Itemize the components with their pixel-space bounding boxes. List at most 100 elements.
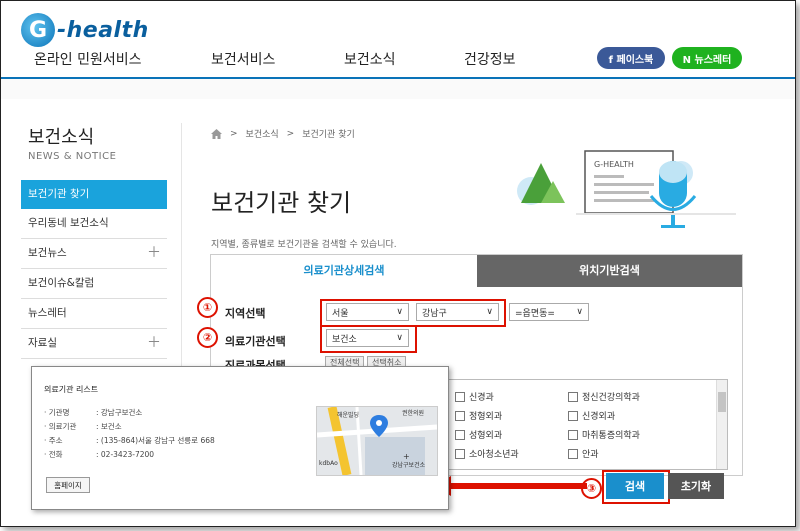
checkbox-label: 정형외과 xyxy=(469,412,503,422)
sidebar-item-newsletter[interactable]: 뉴스레터 xyxy=(21,299,167,329)
checkbox-ophthalmology[interactable]: 안과 xyxy=(568,447,599,460)
location-map[interactable]: 해운빌딩 권한의원 강남구보건소 kdbAo + xyxy=(316,406,438,476)
checkbox-label: 신경외과 xyxy=(582,412,616,422)
popup-key: · 의료기관 xyxy=(44,422,77,431)
checkbox[interactable] xyxy=(455,448,465,459)
nav-health-news[interactable]: 보건소식 xyxy=(344,49,396,69)
institution-value: 보건소 xyxy=(332,334,357,345)
checkbox[interactable] xyxy=(568,410,578,421)
arrow-icon xyxy=(433,476,587,496)
gu-select[interactable]: 강남구 ∨ xyxy=(416,303,499,321)
checkbox-label: 신경과 xyxy=(469,393,494,403)
page-description: 지역별, 종류별로 보건기관을 검색할 수 있습니다. xyxy=(211,240,397,250)
nav-health-service[interactable]: 보건서비스 xyxy=(211,49,275,69)
checkbox-plastic-surgery[interactable]: 성형외과 xyxy=(455,428,502,441)
checkbox[interactable] xyxy=(455,391,465,402)
institution-list-popup: 의료기관 리스트 · 기관명 : 강남구보건소 · 의료기관 : 보건소 · 주소:… xyxy=(31,366,449,510)
popup-key: · 전화 xyxy=(44,450,63,459)
svg-text:해운빌딩: 해운빌딩 xyxy=(337,411,359,419)
sidebar-item-archive[interactable]: 자료실 ＋ xyxy=(21,329,167,359)
checkbox[interactable] xyxy=(568,391,578,402)
page-title: 보건기관 찾기 xyxy=(211,189,352,217)
popup-value: : (135-864)서울 강남구 선릉로 668 xyxy=(96,436,215,445)
breadcrumb-separator: > xyxy=(286,128,295,139)
checkbox-label: 정신건강의학과 xyxy=(582,393,640,403)
department-list[interactable]: 신경과 정신건강의학과 정형외과 신경외과 성형외과 마취통증의학과 소아청소년… xyxy=(442,379,728,470)
checkbox[interactable] xyxy=(568,429,578,440)
breadcrumb-item[interactable]: 보건기관 찾기 xyxy=(302,127,355,140)
tab-detail-search[interactable]: 의료기관상세검색 xyxy=(211,255,477,287)
popup-row-type: · 의료기관 : 보건소 xyxy=(44,421,122,432)
checkbox[interactable] xyxy=(455,429,465,440)
checkbox-anesthesiology[interactable]: 마취통증의학과 xyxy=(568,428,640,441)
checkbox[interactable] xyxy=(455,410,465,421)
tab-location-search[interactable]: 위치기반검색 xyxy=(477,255,742,287)
checkbox-label: 소아청소년과 xyxy=(469,450,519,460)
reset-button[interactable]: 초기화 xyxy=(668,473,724,499)
svg-text:강남구보건소: 강남구보건소 xyxy=(392,461,426,469)
popup-title: 의료기관 리스트 xyxy=(44,385,99,394)
scrollbar[interactable] xyxy=(716,380,727,469)
institution-label: 의료기관선택 xyxy=(225,335,286,348)
sidebar-menu: 보건기관 찾기 우리동네 보건소식 보건뉴스 ＋ 보건이슈&칼럼 뉴스레터 자료실… xyxy=(21,180,167,359)
popup-row-name: · 기관명 : 강남구보건소 xyxy=(44,407,142,418)
sidebar-divider xyxy=(181,123,182,393)
nav-health-info[interactable]: 건강정보 xyxy=(464,49,516,69)
sidebar-item-label: 보건기관 찾기 xyxy=(28,188,90,200)
sidebar-subtitle: NEWS & NOTICE xyxy=(28,151,117,162)
plus-icon[interactable]: ＋ xyxy=(147,329,161,358)
scrollbar-thumb[interactable] xyxy=(718,392,726,412)
sidebar-item-issue-column[interactable]: 보건이슈&칼럼 xyxy=(21,269,167,299)
news-microphone-illustration: G-HEALTH xyxy=(517,150,736,228)
chevron-down-icon: ∨ xyxy=(576,307,583,317)
checkbox-orthopedics[interactable]: 정형외과 xyxy=(455,409,502,422)
sidebar-title: 보건소식 xyxy=(28,127,95,148)
sidebar-item-label: 보건뉴스 xyxy=(28,247,67,259)
breadcrumb: > 보건소식 > 보건기관 찾기 xyxy=(211,127,355,140)
svg-text:권한의원: 권한의원 xyxy=(402,409,424,417)
popup-value: : 보건소 xyxy=(96,422,122,431)
checkbox-pediatrics[interactable]: 소아청소년과 xyxy=(455,447,519,460)
g-health-logo[interactable]: G -health xyxy=(21,13,149,47)
svg-text:+: + xyxy=(403,452,410,461)
sido-value: 서울 xyxy=(332,308,349,319)
chevron-down-icon: ∨ xyxy=(396,333,403,343)
checkbox-psychiatry[interactable]: 정신건강의학과 xyxy=(568,390,640,403)
popup-key: · 주소 xyxy=(44,436,63,445)
gu-value: 강남구 xyxy=(422,308,447,319)
newsletter-button[interactable]: N 뉴스레터 xyxy=(672,47,742,69)
checkbox-neurology[interactable]: 신경과 xyxy=(455,390,494,403)
popup-row-phone: · 전화 : 02-3423-7200 xyxy=(44,449,154,460)
breadcrumb-item[interactable]: 보건소식 xyxy=(246,127,279,140)
sidebar-item-label: 뉴스레터 xyxy=(28,307,67,319)
popup-value: : 02-3423-7200 xyxy=(96,450,155,459)
checkbox-label: 마취통증의학과 xyxy=(582,431,640,441)
nav-online-civil-service[interactable]: 온라인 민원서비스 xyxy=(34,49,142,69)
checkbox[interactable] xyxy=(568,448,578,459)
step-badge-1: ① xyxy=(197,297,218,318)
sidebar-item-find-institution[interactable]: 보건기관 찾기 xyxy=(21,180,167,209)
region-label: 지역선택 xyxy=(225,307,266,320)
illustration-label: G-HEALTH xyxy=(594,160,634,169)
popup-key: · 기관명 xyxy=(44,408,70,417)
svg-text:kdbAo: kdbAo xyxy=(319,460,338,467)
home-icon[interactable] xyxy=(211,128,222,139)
checkbox-label: 안과 xyxy=(582,450,599,460)
facebook-button[interactable]: f 페이스북 xyxy=(597,47,665,69)
sidebar-item-local-news[interactable]: 우리동네 보건소식 xyxy=(21,209,167,239)
plus-icon[interactable]: ＋ xyxy=(147,239,161,268)
chevron-down-icon: ∨ xyxy=(396,307,403,317)
map-graphic: 해운빌딩 권한의원 강남구보건소 kdbAo + xyxy=(317,407,437,475)
popup-value: : 강남구보건소 xyxy=(96,408,143,417)
checkbox-label: 성형외과 xyxy=(469,431,503,441)
institution-select[interactable]: 보건소 ∨ xyxy=(326,329,409,347)
checkbox-neurosurgery[interactable]: 신경외과 xyxy=(568,409,615,422)
homepage-button[interactable]: 홈페이지 xyxy=(46,477,90,493)
sido-select[interactable]: 서울 ∨ xyxy=(326,303,409,321)
chevron-down-icon: ∨ xyxy=(486,307,493,317)
sidebar-item-health-news[interactable]: 보건뉴스 ＋ xyxy=(21,239,167,269)
search-button[interactable]: 검색 xyxy=(606,473,664,499)
sidebar-item-label: 자료실 xyxy=(28,337,57,349)
dong-select[interactable]: =읍면동= ∨ xyxy=(509,303,589,321)
logo-mark: G xyxy=(21,13,55,47)
